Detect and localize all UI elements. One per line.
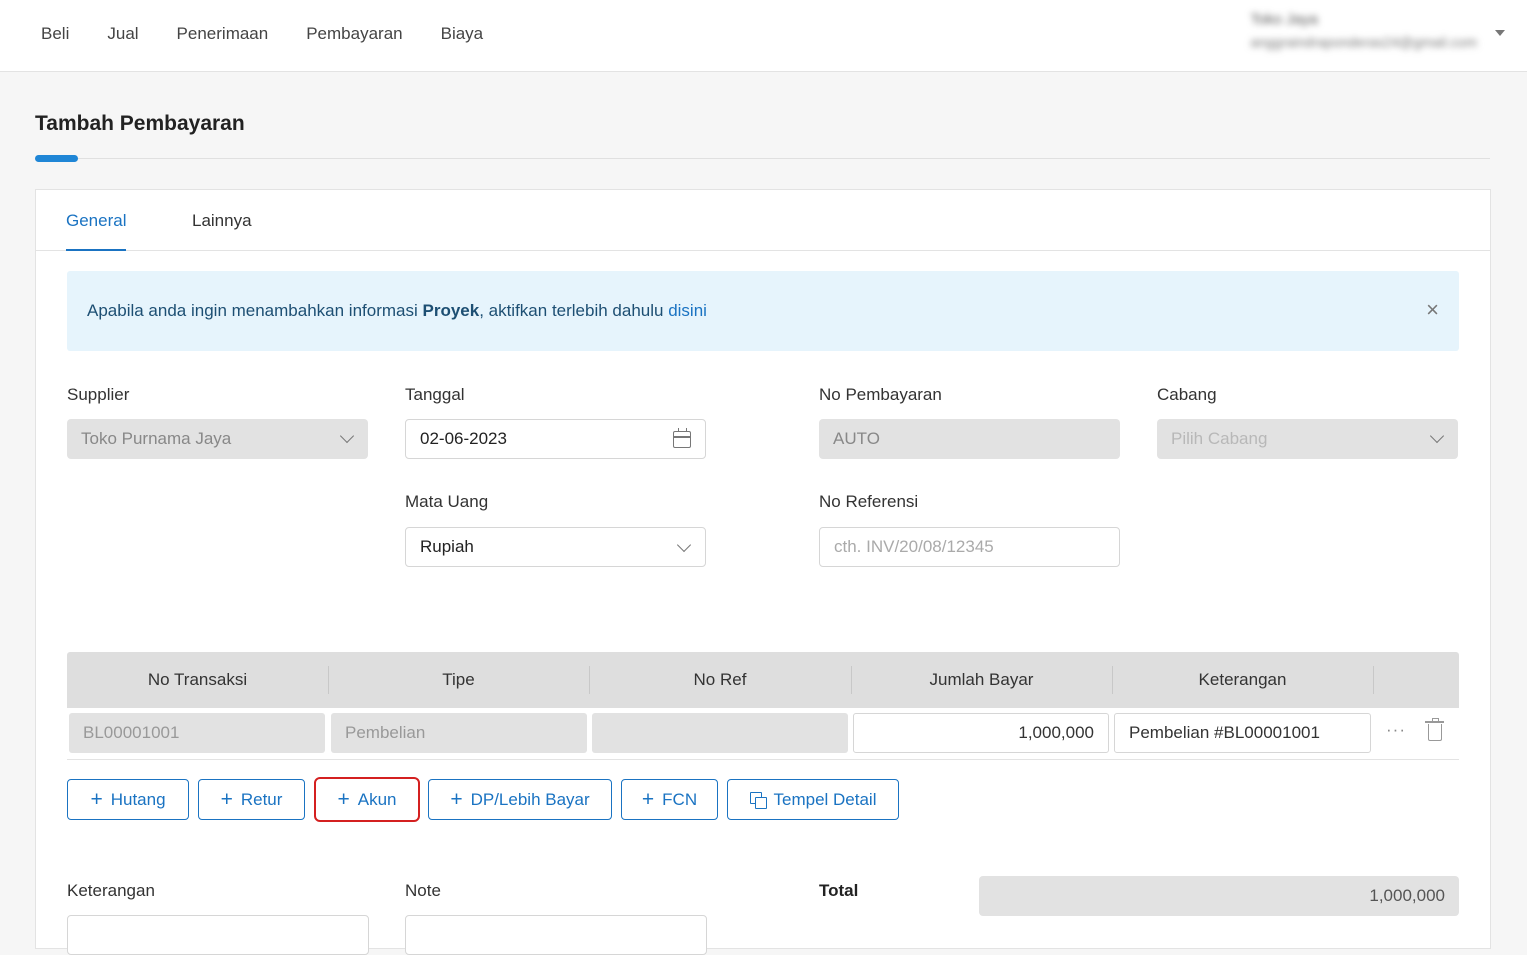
tempel-detail-button[interactable]: Tempel Detail: [727, 779, 899, 820]
note-textarea[interactable]: [405, 915, 707, 955]
info-text-after: , aktifkan terlebih dahulu: [479, 301, 669, 320]
trash-icon[interactable]: [1425, 718, 1444, 741]
info-banner: Apabila anda ingin menambahkan informasi…: [67, 271, 1459, 351]
add-akun-button[interactable]: + Akun: [314, 777, 420, 822]
plus-icon: +: [220, 788, 233, 811]
add-retur-label: Retur: [240, 789, 283, 809]
plus-icon: +: [337, 788, 350, 811]
add-hutang-button[interactable]: + Hutang: [67, 779, 189, 820]
info-text-bold: Proyek: [422, 301, 480, 320]
chevron-down-icon: [339, 428, 355, 444]
table-row: BL00001001 Pembelian 1,000,000 Pembelian…: [67, 708, 1459, 760]
cell-no-transaksi: BL00001001: [69, 713, 325, 753]
top-bar: Beli Jual Penerimaan Pembayaran Biaya To…: [0, 0, 1527, 72]
add-fcn-label: FCN: [662, 789, 698, 809]
add-retur-button[interactable]: + Retur: [198, 779, 305, 820]
chevron-down-icon: [1429, 428, 1445, 444]
plus-icon: +: [450, 788, 463, 811]
supplier-value: Toko Purnama Jaya: [81, 429, 232, 448]
cell-jumlah-bayar-input[interactable]: 1,000,000: [853, 713, 1109, 753]
info-text-before: Apabila anda ingin menambahkan informasi: [87, 301, 423, 320]
title-accent-bar: [35, 155, 78, 162]
col-no-transaksi: No Transaksi: [147, 670, 248, 689]
tanggal-date-field[interactable]: 02-06-2023: [405, 419, 706, 459]
calendar-icon[interactable]: [673, 428, 691, 448]
add-akun-label: Akun: [357, 789, 397, 809]
add-dp-label: DP/Lebih Bayar: [470, 789, 590, 809]
tempel-detail-label: Tempel Detail: [773, 789, 877, 809]
tab-general[interactable]: General: [66, 211, 127, 251]
tanggal-value: 02-06-2023: [420, 429, 507, 448]
title-divider: [78, 158, 1490, 159]
cabang-select[interactable]: Pilih Cabang: [1157, 419, 1458, 459]
no-pembayaran-field: AUTO: [819, 419, 1120, 459]
more-options-icon[interactable]: ···: [1386, 720, 1406, 740]
nav-item-jual[interactable]: Jual: [107, 24, 138, 44]
no-pembayaran-label: No Pembayaran: [819, 385, 942, 404]
cell-no-ref: [592, 713, 848, 753]
user-email: anggraindraponderas24@gmail.com: [1250, 34, 1477, 50]
total-value: 1,000,000: [979, 876, 1459, 916]
table-header: No Transaksi Tipe No Ref Jumlah Bayar Ke…: [67, 652, 1459, 708]
no-referensi-placeholder: cth. INV/20/08/12345: [834, 537, 994, 556]
no-pembayaran-value: AUTO: [833, 429, 880, 448]
col-separator: [1373, 666, 1374, 694]
info-text: Apabila anda ingin menambahkan informasi…: [87, 301, 707, 321]
plus-icon: +: [641, 788, 655, 811]
tanggal-label: Tanggal: [405, 385, 465, 404]
keterangan-label: Keterangan: [67, 881, 155, 900]
add-hutang-label: Hutang: [110, 789, 166, 809]
col-tipe: Tipe: [442, 670, 475, 689]
mata-uang-value: Rupiah: [420, 537, 474, 556]
copy-icon: [749, 791, 767, 809]
chevron-down-icon: [676, 537, 692, 553]
note-label: Note: [405, 881, 441, 900]
tab-bar: General Lainnya: [36, 190, 1490, 251]
cabang-label: Cabang: [1157, 385, 1217, 404]
keterangan-textarea[interactable]: [67, 915, 369, 955]
mata-uang-select[interactable]: Rupiah: [405, 527, 706, 567]
user-name: Toko Jaya: [1250, 11, 1318, 28]
nav-item-pembayaran[interactable]: Pembayaran: [306, 24, 402, 44]
payment-form-card: General Lainnya Apabila anda ingin menam…: [35, 189, 1491, 955]
close-icon[interactable]: ×: [1426, 297, 1439, 323]
total-label: Total: [819, 881, 859, 900]
add-fcn-button[interactable]: + FCN: [621, 779, 718, 820]
tab-lainnya[interactable]: Lainnya: [192, 211, 252, 231]
cell-tipe: Pembelian: [331, 713, 587, 753]
col-keterangan: Keterangan: [1198, 670, 1287, 689]
supplier-label: Supplier: [67, 385, 130, 404]
nav-item-penerimaan[interactable]: Penerimaan: [177, 24, 269, 44]
cabang-placeholder: Pilih Cabang: [1171, 429, 1268, 448]
user-menu[interactable]: Toko Jaya anggraindraponderas24@gmail.co…: [1250, 11, 1477, 50]
cell-keterangan-input[interactable]: Pembelian #BL00001001: [1114, 713, 1371, 753]
no-referensi-input[interactable]: cth. INV/20/08/12345: [819, 527, 1120, 567]
col-jumlah-bayar: Jumlah Bayar: [929, 670, 1034, 689]
nav-item-biaya[interactable]: Biaya: [441, 24, 484, 44]
add-dp-button[interactable]: + DP/Lebih Bayar: [428, 779, 612, 820]
nav-item-beli[interactable]: Beli: [41, 24, 69, 44]
main-nav: Beli Jual Penerimaan Pembayaran Biaya: [41, 24, 521, 44]
no-referensi-label: No Referensi: [819, 492, 919, 511]
page-title: Tambah Pembayaran: [35, 112, 245, 135]
supplier-select[interactable]: Toko Purnama Jaya: [67, 419, 368, 459]
info-link-disini[interactable]: disini: [668, 301, 707, 320]
col-no-ref: No Ref: [693, 670, 747, 689]
mata-uang-label: Mata Uang: [405, 492, 489, 511]
plus-icon: +: [90, 788, 103, 811]
caret-down-icon[interactable]: [1495, 30, 1505, 36]
